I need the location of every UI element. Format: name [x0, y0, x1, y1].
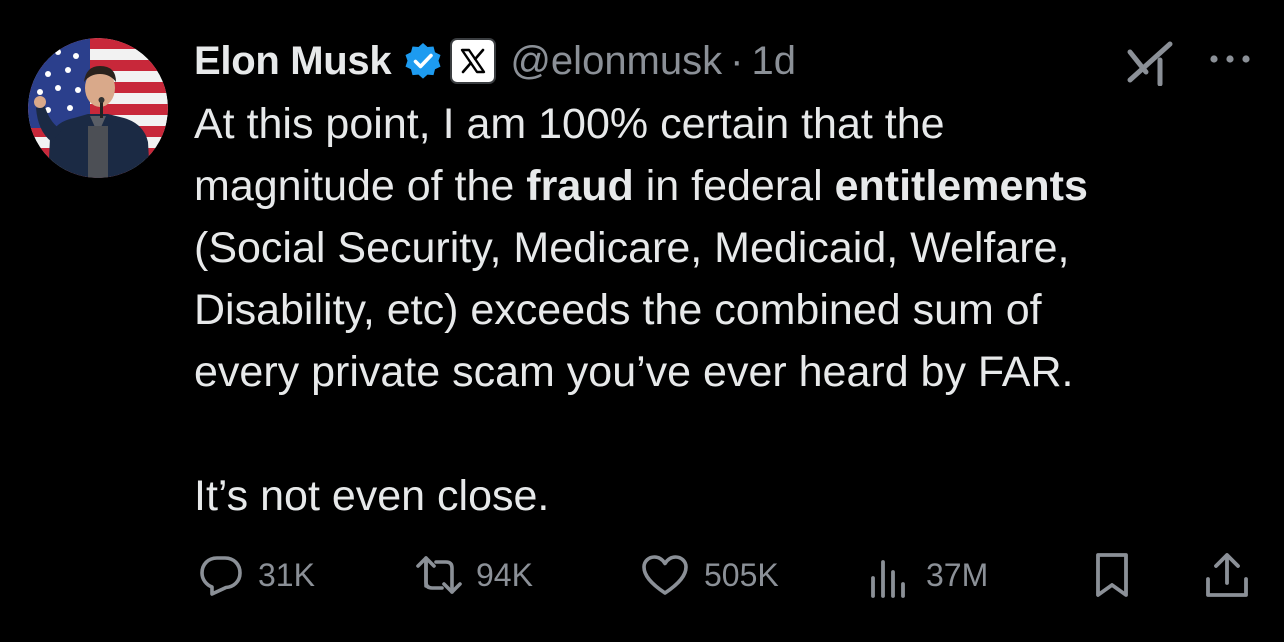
tweet-header: Elon Musk @elonmusk · 1d: [194, 34, 796, 88]
avatar[interactable]: [28, 38, 168, 178]
bold-text-entitlements: entitlements: [834, 162, 1088, 210]
reply-button[interactable]: 31K: [198, 548, 315, 602]
reply-count: 31K: [258, 556, 315, 593]
share-button[interactable]: [1204, 548, 1250, 602]
views-count: 37M: [926, 556, 989, 593]
tweet-text: At this point, I am 100% certain that th…: [194, 93, 1254, 527]
tweet-text-line: It’s not even close.: [194, 472, 550, 520]
x-logo-icon[interactable]: [450, 38, 497, 84]
separator-dot: ·: [730, 38, 744, 83]
text-run: in federal: [633, 162, 835, 210]
action-bar: 31K 94K 505K 37M: [194, 548, 1254, 602]
tweet-text-line: magnitude of the fraud in federal entitl…: [194, 155, 1254, 217]
timestamp[interactable]: 1d: [751, 39, 796, 84]
tweet-text-line: Disability, etc) exceeds the combined su…: [194, 286, 1042, 334]
tweet-text-line: (Social Security, Medicare, Medicaid, We…: [194, 224, 1070, 272]
repost-icon: [416, 556, 462, 594]
repost-count: 94K: [476, 556, 533, 593]
like-count: 505K: [704, 556, 779, 593]
reply-icon: [200, 556, 242, 596]
views-icon: [871, 560, 905, 598]
avatar-image: [28, 38, 168, 178]
repost-button[interactable]: 94K: [414, 548, 533, 602]
tweet-text-line: At this point, I am 100% certain that th…: [194, 100, 945, 148]
user-handle[interactable]: @elonmusk: [510, 39, 722, 84]
bold-text-fraud: fraud: [526, 162, 634, 210]
tweet-text-line: every private scam you’ve ever heard by …: [194, 348, 1074, 396]
bookmark-button[interactable]: [1092, 548, 1132, 602]
more-icon[interactable]: [1208, 44, 1252, 74]
tweet[interactable]: Elon Musk @elonmusk · 1d At this point, …: [0, 0, 1284, 642]
share-icon: [1206, 553, 1248, 597]
heart-icon: [642, 555, 688, 595]
grok-icon[interactable]: [1126, 40, 1176, 87]
bookmark-icon: [1096, 553, 1128, 597]
verified-check-icon[interactable]: [403, 41, 443, 81]
like-button[interactable]: 505K: [640, 548, 779, 602]
text-run: magnitude of the: [194, 162, 527, 210]
views-button[interactable]: 37M: [866, 548, 988, 602]
display-name[interactable]: Elon Musk: [194, 39, 392, 84]
